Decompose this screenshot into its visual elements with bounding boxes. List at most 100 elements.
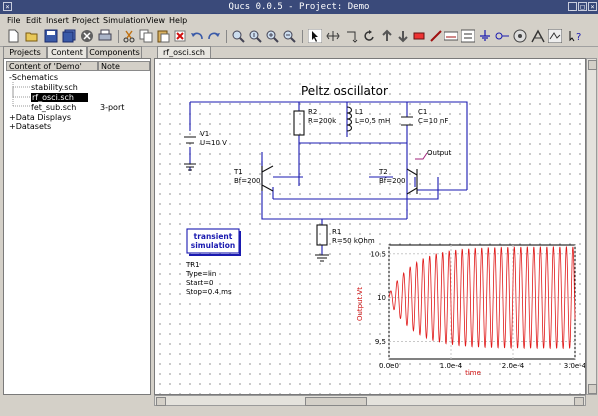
whats-this-icon[interactable]: ?	[568, 29, 582, 43]
wire-icon[interactable]	[429, 29, 443, 43]
marker-icon[interactable]	[548, 29, 562, 43]
r1-value: R=50 kOhm	[332, 237, 375, 245]
port-icon[interactable]	[495, 29, 509, 43]
schematic-canvas[interactable]: Peltz oscillator V1 U=10 V R2 R=200k L1 …	[154, 58, 586, 395]
enter-subcircuit-icon[interactable]	[380, 29, 394, 43]
l1-name: L1	[355, 108, 363, 116]
scroll-thumb[interactable]	[305, 397, 367, 406]
x-axis-label: time	[465, 369, 481, 377]
undo-icon[interactable]	[190, 29, 204, 43]
zoom-fit-icon[interactable]	[231, 29, 245, 43]
open-icon[interactable]	[25, 29, 39, 43]
view-data-icon[interactable]	[531, 29, 545, 43]
ground-icon[interactable]	[478, 29, 492, 43]
close-icon[interactable]	[80, 29, 94, 43]
scroll-down-button[interactable]	[588, 384, 597, 394]
r1-name: R1	[332, 228, 341, 236]
l1-inductor	[346, 106, 353, 132]
l1-value: L=0.5 mH	[355, 117, 390, 125]
v1-battery	[184, 136, 196, 144]
menu-edit[interactable]: Edit	[26, 14, 42, 27]
tr1-name: TR1	[185, 261, 200, 269]
cut-icon[interactable]	[122, 29, 136, 43]
horizontal-scrollbar[interactable]	[154, 395, 586, 406]
save-icon[interactable]	[44, 29, 58, 43]
minimize-icon[interactable]: _	[568, 2, 577, 11]
x-tick-labels: 0.0e0 1.0e-4 2.0e-4 3.0e-4	[379, 362, 586, 370]
equation-icon[interactable]	[461, 29, 475, 43]
y-tick-label: 10	[377, 294, 386, 302]
v1-name: V1	[200, 130, 209, 138]
title-bar: × Qucs 0.0.5 - Project: Demo _ □ ×	[0, 0, 598, 14]
tr1-stop: Stop=0.4 ms	[186, 288, 232, 296]
content-tree: Content of 'Demo' Note -Schematics stabi…	[3, 58, 151, 395]
toolbar: ?	[0, 27, 598, 47]
t2-name: T2	[378, 168, 388, 176]
left-panel-tabs: Projects Content Components	[3, 46, 151, 59]
zoom-1to1-icon[interactable]	[248, 29, 262, 43]
t1-transistor	[261, 165, 274, 192]
y-axis-label: Output.Vt	[356, 287, 364, 321]
select-icon[interactable]	[308, 29, 322, 43]
r2-resistor	[293, 110, 305, 136]
deactivate-icon[interactable]	[412, 29, 426, 43]
x-tick-label: 0.0e0	[379, 362, 399, 370]
mirror-y-icon[interactable]	[344, 29, 358, 43]
save-all-icon[interactable]	[62, 29, 76, 43]
window-title: Qucs 0.0.5 - Project: Demo	[228, 2, 370, 12]
output-wire	[415, 152, 428, 160]
zoom-in-icon[interactable]	[265, 29, 279, 43]
redo-icon[interactable]	[207, 29, 221, 43]
menu-file[interactable]: File	[7, 14, 20, 27]
r2-name: R2	[308, 108, 317, 116]
menu-simulation[interactable]: Simulation	[103, 14, 146, 27]
tab-projects[interactable]: Projects	[3, 46, 47, 58]
schematic-drawing: Peltz oscillator V1 U=10 V R2 R=200k L1 …	[184, 84, 586, 377]
tr1-type: Type=lin	[185, 270, 216, 278]
mirror-x-icon[interactable]	[326, 29, 340, 43]
output-label[interactable]: Output	[427, 149, 452, 157]
maximize-icon[interactable]: □	[578, 2, 587, 11]
y-tick-label: 9.5	[375, 338, 386, 346]
svg-text:?: ?	[576, 32, 581, 43]
y-tick-label: 10.5	[370, 250, 386, 258]
tr1-start: Start=0	[186, 279, 213, 287]
close-window-icon[interactable]: ×	[588, 2, 597, 11]
x-tick-label: 3.0e-4	[564, 362, 586, 370]
t1-value: Bf=200	[234, 177, 261, 185]
new-file-icon[interactable]	[6, 29, 20, 43]
tab-components[interactable]: Components	[87, 46, 142, 58]
vertical-scrollbar[interactable]	[586, 58, 597, 395]
x-tick-label: 2.0e-4	[502, 362, 525, 370]
r2-value: R=200k	[308, 117, 337, 125]
simulate-icon[interactable]	[513, 29, 527, 43]
delete-icon[interactable]	[173, 29, 187, 43]
menu-view[interactable]: View	[146, 14, 165, 27]
zoom-out-icon[interactable]	[282, 29, 296, 43]
menu-help[interactable]: Help	[169, 14, 187, 27]
c1-capacitor	[401, 116, 413, 126]
scroll-right-button[interactable]	[574, 397, 584, 406]
print-icon[interactable]	[98, 29, 112, 43]
t1-name: T1	[233, 168, 243, 176]
copy-icon[interactable]	[139, 29, 153, 43]
wire-label-icon[interactable]	[444, 29, 458, 43]
scroll-left-button[interactable]	[156, 397, 166, 406]
status-bar	[0, 406, 598, 416]
sim-box-line1: transient	[194, 232, 233, 241]
r1-ground	[315, 254, 329, 262]
menu-bar: File Edit Insert Project Simulation View…	[0, 14, 598, 27]
paste-icon[interactable]	[156, 29, 170, 43]
transient-simulation-box[interactable]: transient simulation	[186, 228, 241, 256]
tree-lines	[12, 82, 30, 107]
y-tick-labels: 10.5 10 9.5	[370, 250, 386, 346]
tree-header-note[interactable]: Note	[98, 61, 150, 71]
rotate-icon[interactable]	[362, 29, 376, 43]
document-tab-rf-osci[interactable]: rf_osci.sch	[157, 46, 211, 58]
leave-subcircuit-icon[interactable]	[396, 29, 410, 43]
menu-insert[interactable]: Insert	[46, 14, 69, 27]
tree-item-fet-sub-note: 3-port	[100, 103, 125, 112]
menu-project[interactable]: Project	[72, 14, 99, 27]
output-voltage-diagram[interactable]: 0.0e0 1.0e-4 2.0e-4 3.0e-4 10.5 10 9.5 time O…	[356, 244, 586, 377]
scroll-up-button[interactable]	[588, 60, 597, 70]
